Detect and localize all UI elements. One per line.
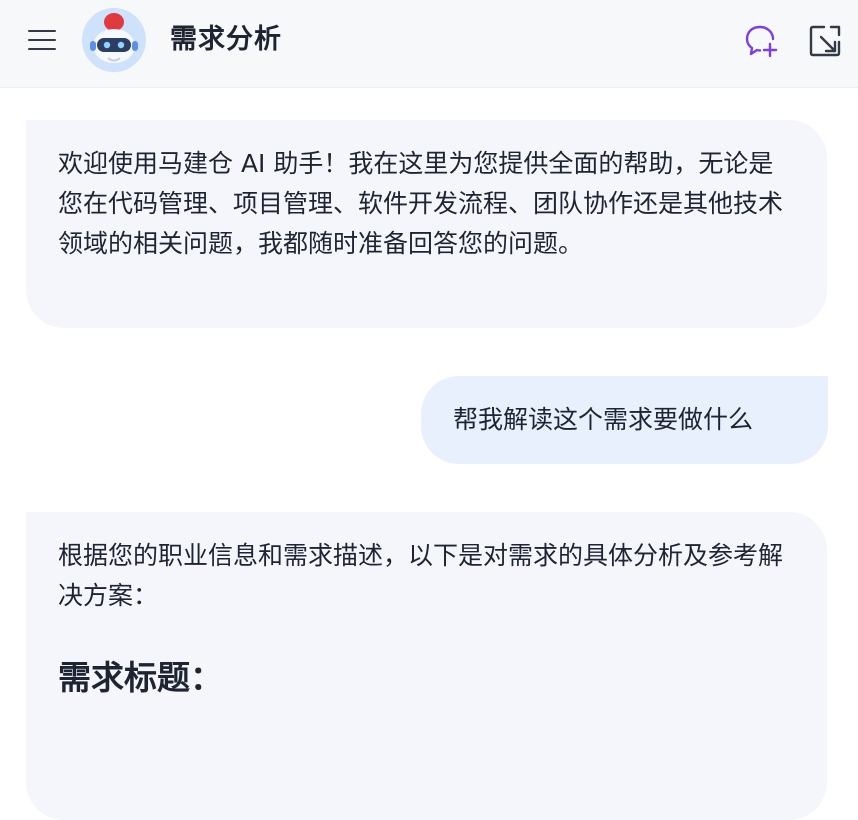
- user-message: 帮我解读这个需求要做什么: [421, 376, 828, 464]
- message-text: 根据您的职业信息和需求描述，以下是对需求的具体分析及参考解决方案：: [58, 541, 784, 610]
- app-header: 需求分析: [0, 0, 858, 88]
- section-heading: 需求标题：: [58, 658, 223, 697]
- new-chat-icon[interactable]: [744, 24, 780, 58]
- page-title: 需求分析: [170, 24, 282, 55]
- assistant-message: 根据您的职业信息和需求描述，以下是对需求的具体分析及参考解决方案： 需求标题：: [26, 512, 827, 820]
- message-text: 欢迎使用马建仓 AI 助手！我在这里为您提供全面的帮助，无论是您在代码管理、项目…: [58, 149, 784, 258]
- exit-icon[interactable]: [808, 24, 842, 58]
- robot-avatar: [82, 8, 146, 72]
- assistant-message: 欢迎使用马建仓 AI 助手！我在这里为您提供全面的帮助，无论是您在代码管理、项目…: [26, 120, 827, 328]
- message-text: 帮我解读这个需求要做什么: [453, 405, 754, 434]
- menu-icon[interactable]: [28, 28, 56, 52]
